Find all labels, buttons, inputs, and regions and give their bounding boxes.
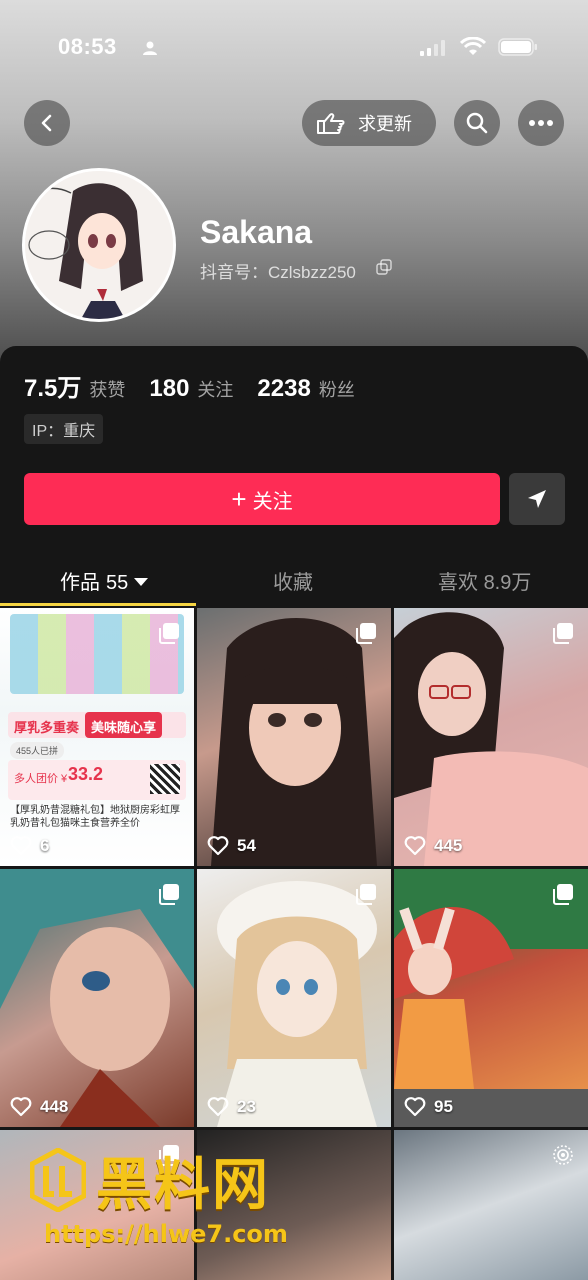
promo-banner: 厚乳多重奏 美味随心享 bbox=[8, 712, 186, 738]
post-like-count: 54 bbox=[237, 836, 256, 855]
wifi-icon bbox=[460, 37, 486, 55]
heart-icon bbox=[404, 836, 426, 856]
post-photo bbox=[394, 612, 588, 866]
watermark-title: 黑料网 bbox=[96, 1153, 270, 1218]
chevron-left-icon bbox=[41, 114, 52, 132]
post-likes: 6 bbox=[10, 836, 49, 856]
watermark-url: https://hlwe7.com bbox=[44, 1220, 288, 1248]
watermark-logo bbox=[30, 1148, 86, 1212]
post-like-count: 6 bbox=[40, 836, 50, 855]
tab-indicator bbox=[0, 603, 196, 606]
promo-price: 33.2 bbox=[68, 764, 104, 784]
post-likes: 54 bbox=[207, 836, 256, 856]
stat-followers[interactable]: 2238 粉丝 bbox=[257, 375, 354, 403]
post-photo bbox=[394, 869, 588, 1127]
post-photo bbox=[217, 881, 377, 1127]
tab-works-count: 55 bbox=[106, 572, 129, 594]
stat-label: 关注 bbox=[197, 380, 234, 400]
post-like-count: 23 bbox=[237, 1097, 256, 1116]
ip-location-tag: IP：重庆 bbox=[24, 414, 104, 444]
back-button[interactable] bbox=[24, 100, 70, 146]
post-thumbnail[interactable]: 厚乳多重奏 美味随心享 455人已拼 多人团价 ¥ 33.2 【厚乳奶昔混糖礼包… bbox=[0, 608, 194, 866]
promo-joined-badge: 455人已拼 bbox=[10, 742, 65, 759]
live-photo-icon bbox=[553, 1145, 573, 1165]
tab-liked[interactable]: 喜欢 8.9万 bbox=[438, 566, 531, 595]
post-like-count: 95 bbox=[434, 1097, 453, 1116]
post-thumbnail[interactable]: 445 bbox=[394, 608, 588, 866]
follow-label: 关注 bbox=[252, 490, 293, 513]
tab-liked-count: 8.9万 bbox=[483, 572, 532, 594]
tab-works-label: 作品 bbox=[60, 572, 100, 594]
multi-image-icon bbox=[159, 884, 179, 905]
stat-following[interactable]: 180 关注 bbox=[149, 375, 233, 403]
promo-banner-right: 美味随心享 bbox=[85, 712, 163, 738]
stat-value: 2238 bbox=[257, 375, 311, 402]
post-like-count: 445 bbox=[434, 836, 463, 855]
post-likes: 445 bbox=[404, 836, 462, 856]
stat-value: 7.5万 bbox=[24, 375, 82, 402]
multi-image-icon bbox=[356, 623, 376, 644]
promo-description: 【厚乳奶昔混糖礼包】地狱厨房彩虹厚乳奶昔礼包猫咪主食营养全价 bbox=[10, 805, 180, 829]
heart-icon bbox=[10, 1097, 32, 1117]
copy-icon[interactable] bbox=[376, 259, 392, 275]
follow-button[interactable]: + 关注 bbox=[24, 473, 500, 525]
promo-price-label: 多人团价 ¥ bbox=[14, 773, 68, 785]
search-icon bbox=[466, 112, 488, 134]
avatar[interactable] bbox=[22, 168, 176, 322]
watermark: 黑料网 https://hlwe7.com bbox=[30, 1140, 330, 1250]
tab-liked-label: 喜欢 bbox=[438, 572, 478, 594]
person-icon bbox=[143, 41, 157, 55]
cellular-signal-icon bbox=[420, 40, 445, 56]
more-dots-icon bbox=[529, 120, 553, 126]
post-likes: 95 bbox=[404, 1097, 453, 1117]
caret-down-icon bbox=[134, 577, 149, 586]
qr-code-icon bbox=[150, 764, 180, 794]
post-thumbnail[interactable]: 448 bbox=[0, 869, 194, 1127]
profile-stats: 7.5万 获赞 180 关注 2238 粉丝 bbox=[24, 368, 379, 403]
post-thumbnail[interactable]: 95 bbox=[394, 869, 588, 1127]
promo-banner-left: 厚乳多重奏 bbox=[14, 720, 80, 735]
post-thumbnail[interactable]: 23 bbox=[197, 869, 391, 1127]
profile-tabs: 作品 55 收藏 喜欢 8.9万 bbox=[0, 556, 588, 606]
promo-price-box: 多人团价 ¥ 33.2 bbox=[8, 760, 186, 800]
stat-likes[interactable]: 7.5万 获赞 bbox=[24, 368, 125, 403]
battery-icon bbox=[498, 38, 537, 56]
multi-image-icon bbox=[553, 623, 573, 644]
avatar-illustration bbox=[25, 171, 173, 319]
request-update-label: 求更新 bbox=[358, 114, 412, 134]
heart-icon bbox=[207, 836, 229, 856]
stat-label: 获赞 bbox=[89, 380, 126, 400]
stat-label: 粉丝 bbox=[318, 380, 355, 400]
post-thumbnail[interactable] bbox=[394, 1130, 588, 1280]
heart-icon bbox=[207, 1097, 229, 1117]
douyin-id: 抖音号：Czlsbzz250 bbox=[200, 263, 356, 282]
status-bar: 08:53 bbox=[0, 28, 588, 68]
post-like-count: 448 bbox=[40, 1097, 69, 1116]
tab-favorites[interactable]: 收藏 bbox=[273, 566, 313, 595]
post-thumbnail[interactable]: 54 bbox=[197, 608, 391, 866]
send-arrow-icon bbox=[528, 490, 546, 508]
search-button[interactable] bbox=[454, 100, 500, 146]
status-time: 08:53 bbox=[58, 34, 117, 59]
post-likes: 23 bbox=[207, 1097, 256, 1117]
more-options-button[interactable] bbox=[518, 100, 564, 146]
post-photo bbox=[0, 869, 194, 1127]
post-likes: 448 bbox=[10, 1097, 68, 1117]
username: Sakana bbox=[200, 214, 313, 250]
multi-image-icon bbox=[553, 884, 573, 905]
plus-icon: + bbox=[231, 484, 247, 514]
multi-image-icon bbox=[356, 884, 376, 905]
request-update-button[interactable]: 求更新 bbox=[302, 100, 436, 146]
heart-icon bbox=[404, 1097, 426, 1117]
pointing-hand-icon bbox=[317, 113, 345, 134]
share-button[interactable] bbox=[509, 473, 565, 525]
stat-value: 180 bbox=[149, 375, 190, 402]
tab-works[interactable]: 作品 55 bbox=[60, 566, 149, 595]
post-photo bbox=[211, 618, 377, 866]
heart-icon bbox=[10, 836, 32, 856]
multi-image-icon bbox=[159, 623, 179, 644]
